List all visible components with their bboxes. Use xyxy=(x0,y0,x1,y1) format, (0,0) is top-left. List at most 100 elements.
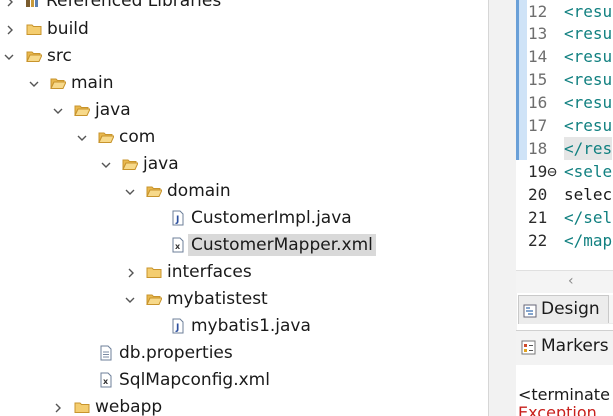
console-output[interactable]: <terminate Exception xyxy=(516,365,613,416)
chevron-right-icon[interactable] xyxy=(52,394,64,416)
tree-item-label: webapp xyxy=(95,397,163,416)
xml-editor[interactable]: 12 <resu 13 <resu 14 <resu 15 <resu 16 <… xyxy=(516,0,613,270)
line-number: 18 xyxy=(528,139,548,158)
code-line[interactable]: <resu xyxy=(564,68,612,91)
folder-open-icon xyxy=(146,291,163,307)
code-line[interactable]: <resu xyxy=(564,45,612,68)
line-number: 14 xyxy=(528,47,548,66)
code-line[interactable]: </res xyxy=(564,137,613,160)
tree-item-referenced-libraries[interactable]: Referenced Libraries xyxy=(0,0,480,15)
change-marker-bar xyxy=(516,0,519,160)
tree-item-java-pkg[interactable]: java xyxy=(0,151,480,178)
tree-item-com[interactable]: com xyxy=(0,124,480,151)
tree-item-label: main xyxy=(71,73,114,93)
tree-item-label: java xyxy=(143,154,179,174)
line-number: 22 xyxy=(528,231,548,250)
markers-icon xyxy=(521,340,536,355)
svg-text:J: J xyxy=(175,323,179,333)
folder-open-icon xyxy=(98,129,115,145)
code-line[interactable]: <resu xyxy=(564,91,612,114)
folder-icon xyxy=(146,264,162,280)
tree-item-build[interactable]: build xyxy=(0,16,480,43)
line-number: 15 xyxy=(528,70,548,89)
properties-file-icon xyxy=(98,345,114,361)
line-number: 21 xyxy=(528,208,548,227)
tree-item-label: src xyxy=(47,46,72,66)
tree-item-db-properties[interactable]: db.properties xyxy=(0,340,480,367)
chevron-down-icon[interactable] xyxy=(52,97,64,124)
panel-divider[interactable] xyxy=(488,0,517,416)
horizontal-scrollbar[interactable]: ‹ xyxy=(516,270,613,293)
line-number[interactable]: 19⊖ xyxy=(528,160,568,183)
tree-item-label: mybatistest xyxy=(167,289,268,309)
tree-item-src[interactable]: src xyxy=(0,43,480,70)
console-line: <terminate xyxy=(518,385,610,404)
tree-item-label: java xyxy=(95,100,131,120)
folder-open-icon xyxy=(50,75,67,91)
code-line[interactable]: selec xyxy=(564,183,612,206)
folder-icon xyxy=(26,21,42,37)
line-number: 17 xyxy=(528,116,548,135)
tree-item-label: mybatis1.java xyxy=(191,316,311,336)
tree-item-label: com xyxy=(119,127,156,147)
code-line[interactable]: <sele xyxy=(564,160,612,183)
code-line[interactable]: <resu xyxy=(564,22,612,45)
code-line[interactable]: </sel xyxy=(564,206,612,229)
chevron-down-icon[interactable] xyxy=(100,151,112,178)
folder-open-icon xyxy=(26,48,43,64)
chevron-down-icon[interactable] xyxy=(124,286,136,313)
scroll-left-icon[interactable]: ‹ xyxy=(568,273,574,289)
xml-file-icon: x xyxy=(98,372,114,388)
design-icon xyxy=(523,303,537,318)
tree-item-label: SqlMapconfig.xml xyxy=(119,370,270,390)
folder-open-icon xyxy=(146,183,163,199)
tree-item-label: db.properties xyxy=(119,343,233,363)
tree-item-customermapper-xml[interactable]: x CustomerMapper.xml xyxy=(0,232,480,259)
project-explorer: Referenced Libraries build src main java… xyxy=(0,0,488,416)
console-error-line: Exception xyxy=(518,403,597,416)
code-line[interactable]: <resu xyxy=(564,0,612,23)
markers-title: Markers xyxy=(541,336,609,356)
chevron-right-icon[interactable] xyxy=(4,0,16,15)
folder-icon xyxy=(74,399,90,415)
tab-label: Design xyxy=(541,299,600,319)
chevron-down-icon[interactable] xyxy=(124,178,136,205)
chevron-right-icon[interactable] xyxy=(125,259,137,286)
java-file-icon: J xyxy=(170,318,186,334)
tree-item-interfaces[interactable]: interfaces xyxy=(0,259,480,286)
tree-item-main[interactable]: main xyxy=(0,70,480,97)
tree-item-label: domain xyxy=(167,181,231,201)
line-number: 20 xyxy=(528,185,548,204)
tree-item-customerimpl-java[interactable]: J CustomerImpl.java xyxy=(0,205,480,232)
tab-source[interactable] xyxy=(608,295,613,323)
folder-open-icon xyxy=(74,102,91,118)
code-line[interactable]: <resu xyxy=(564,114,612,137)
line-number: 12 xyxy=(528,2,548,21)
folder-open-icon xyxy=(122,156,139,172)
tree-item-mybatistest[interactable]: mybatistest xyxy=(0,286,480,313)
chevron-down-icon[interactable] xyxy=(76,124,88,151)
tree-item-label: interfaces xyxy=(167,262,252,282)
tree-item-sqlmapconfig-xml[interactable]: x SqlMapconfig.xml xyxy=(0,367,480,394)
tree-item-webapp[interactable]: webapp xyxy=(0,394,480,416)
markers-panel-header[interactable]: Markers xyxy=(516,330,613,366)
tree-item-label: build xyxy=(47,19,89,39)
line-number: 13 xyxy=(528,24,548,43)
xml-file-icon: x xyxy=(170,237,186,253)
svg-text:J: J xyxy=(175,215,179,225)
chevron-down-icon[interactable] xyxy=(3,43,15,70)
code-line[interactable]: </map xyxy=(564,229,612,252)
tree-item-label: CustomerImpl.java xyxy=(191,208,352,228)
tree-item-java[interactable]: java xyxy=(0,97,480,124)
svg-text:x: x xyxy=(103,377,109,386)
library-icon xyxy=(24,0,40,9)
tree-item-mybatis1-java[interactable]: J mybatis1.java xyxy=(0,313,480,340)
tab-design[interactable]: Design xyxy=(518,295,613,324)
tree-item-label: CustomerMapper.xml xyxy=(188,234,376,256)
tree-item-domain[interactable]: domain xyxy=(0,178,480,205)
tree-item-label: Referenced Libraries xyxy=(46,0,222,11)
svg-text:x: x xyxy=(175,242,181,251)
chevron-down-icon[interactable] xyxy=(28,70,40,97)
chevron-right-icon[interactable] xyxy=(4,16,16,43)
java-file-icon: J xyxy=(170,210,186,226)
